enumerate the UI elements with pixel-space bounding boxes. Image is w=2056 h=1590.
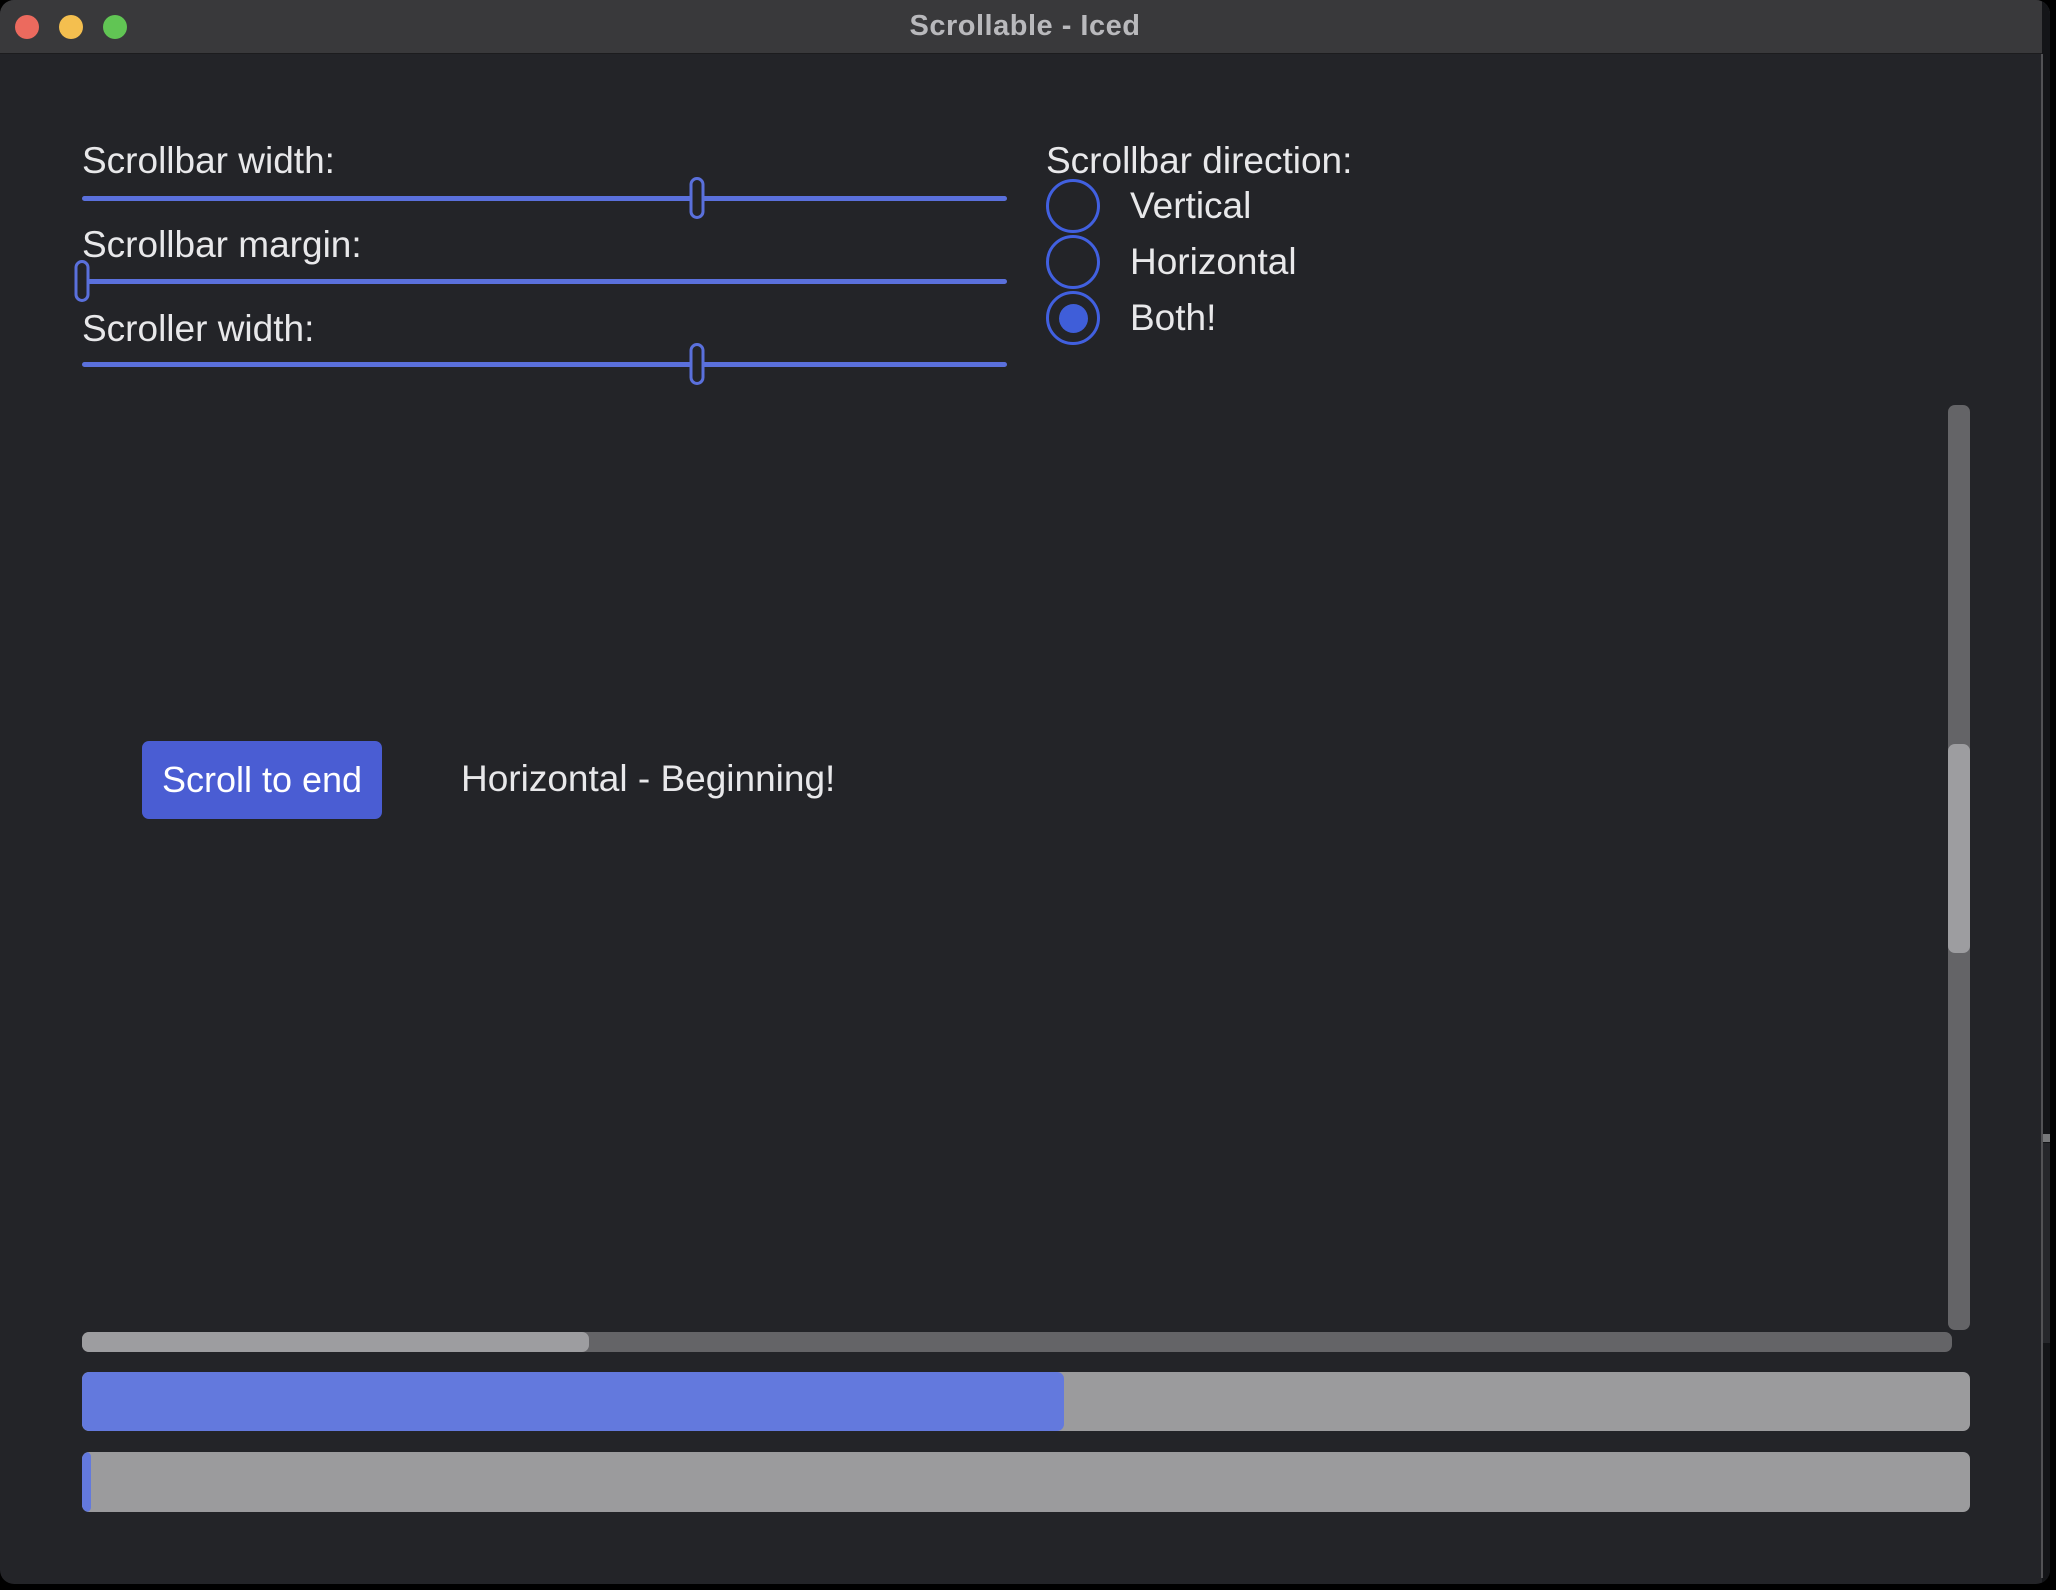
titlebar[interactable]: Scrollable - Iced (0, 0, 2050, 54)
window-right-edge (2042, 0, 2050, 1584)
slider-rail[interactable] (82, 279, 1007, 284)
horizontal-scrollbar[interactable] (82, 1332, 1952, 1352)
progress-fill (82, 1452, 91, 1512)
slider-handle[interactable] (690, 177, 705, 219)
radio-circle-icon[interactable] (1046, 235, 1100, 289)
background-window-edge (2043, 1143, 2050, 1343)
background-window-tick (2042, 1134, 2050, 1142)
scroller-width-slider[interactable] (82, 343, 1007, 385)
close-button[interactable] (15, 15, 39, 39)
minimize-button[interactable] (59, 15, 83, 39)
radio-horizontal[interactable]: Horizontal (1046, 234, 1297, 290)
vertical-scroller-thumb[interactable] (1948, 744, 1970, 953)
traffic-lights (15, 15, 127, 39)
scrollbar-direction-label: Scrollbar direction: (1046, 140, 1352, 182)
radio-dot-icon (1059, 304, 1088, 333)
scroll-to-end-button[interactable]: Scroll to end (142, 741, 382, 819)
slider-handle[interactable] (75, 260, 90, 302)
radio-vertical[interactable]: Vertical (1046, 178, 1297, 234)
horizontal-progress-bar (82, 1372, 1970, 1431)
zoom-button[interactable] (103, 15, 127, 39)
radio-vertical-label[interactable]: Vertical (1130, 185, 1251, 227)
slider-handle[interactable] (690, 343, 705, 385)
radio-circle-icon[interactable] (1046, 179, 1100, 233)
vertical-scrollbar[interactable] (1948, 405, 1970, 1330)
progress-fill (82, 1372, 1064, 1431)
radio-both[interactable]: Both! (1046, 290, 1297, 346)
horizontal-scroller-thumb[interactable] (82, 1332, 589, 1352)
app-window: Scrollable - Iced Scrollbar width: Scrol… (0, 0, 2050, 1584)
radio-circle-icon[interactable] (1046, 291, 1100, 345)
slider-rail[interactable] (82, 196, 1007, 201)
radio-horizontal-label[interactable]: Horizontal (1130, 241, 1297, 283)
vertical-progress-bar (82, 1452, 1970, 1512)
scrollbar-margin-slider[interactable] (82, 260, 1007, 302)
scrollbar-width-label: Scrollbar width: (82, 140, 335, 182)
scroll-status-text: Horizontal - Beginning! (461, 758, 835, 800)
radio-both-label[interactable]: Both! (1130, 297, 1216, 339)
scrollbar-width-slider[interactable] (82, 177, 1007, 219)
window-title: Scrollable - Iced (910, 10, 1141, 43)
slider-rail[interactable] (82, 362, 1007, 367)
window-border-line (2041, 54, 2043, 1578)
scrollbar-direction-group: Vertical Horizontal Both! (1046, 178, 1297, 346)
